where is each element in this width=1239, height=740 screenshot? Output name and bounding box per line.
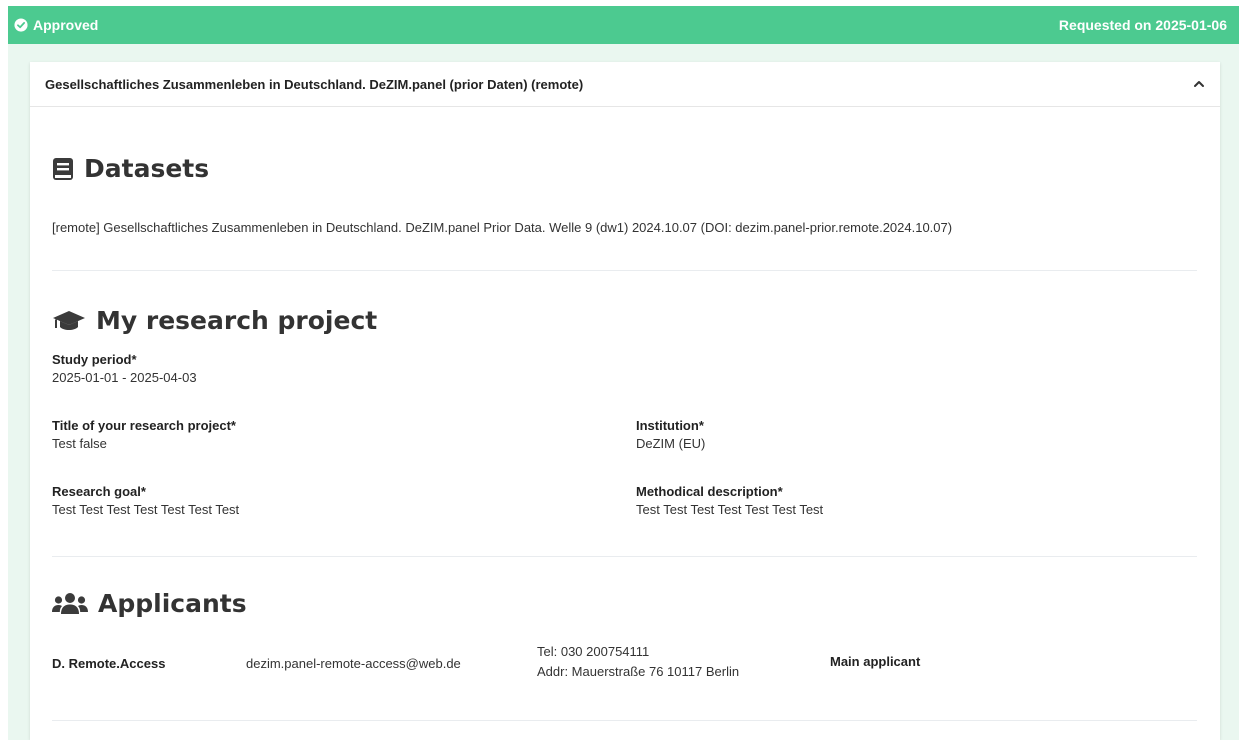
project-title-field: Title of your research project* Test fal… xyxy=(52,418,236,451)
panel-header[interactable]: Gesellschaftliches Zusammenleben in Deut… xyxy=(30,62,1220,107)
applicant-role: Main applicant xyxy=(830,654,921,669)
project-title-label: Title of your research project* xyxy=(52,418,236,433)
requested-date: Requested on 2025-01-06 xyxy=(1058,17,1227,33)
institution-field: Institution* DeZIM (EU) xyxy=(636,418,705,451)
applicant-email[interactable]: dezim.panel-remote-access@web.de xyxy=(246,656,461,671)
research-goal-label: Research goal* xyxy=(52,484,146,499)
applicant-name: D. Remote.Access xyxy=(52,656,166,671)
institution-label: Institution* xyxy=(636,418,704,433)
study-period-field: Study period* 2025-01-01 - 2025-04-03 xyxy=(52,352,197,385)
datasets-heading-text: Datasets xyxy=(84,154,210,183)
applicant-addr: Addr: Mauerstraße 76 10117 Berlin xyxy=(537,664,740,679)
project-title-value: Test false xyxy=(52,436,107,451)
method-label: Methodical description* xyxy=(636,484,783,499)
request-panel: Gesellschaftliches Zusammenleben in Deut… xyxy=(30,62,1220,740)
applicants-heading: Applicants xyxy=(52,589,247,618)
status-label: Approved xyxy=(33,17,99,33)
project-heading: My research project xyxy=(52,306,377,335)
graduation-cap-icon xyxy=(53,310,85,330)
chevron-up-icon[interactable] xyxy=(1192,77,1206,91)
book-icon xyxy=(53,157,73,180)
status-left: Approved xyxy=(14,17,98,33)
dataset-item: [remote] Gesellschaftliches Zusammenlebe… xyxy=(52,220,953,235)
divider xyxy=(52,270,1197,271)
check-circle-icon xyxy=(14,18,28,32)
study-period-value: 2025-01-01 - 2025-04-03 xyxy=(52,370,197,385)
institution-value: DeZIM (EU) xyxy=(636,436,706,451)
research-goal-value: Test Test Test Test Test Test Test xyxy=(52,502,240,517)
applicant-row: D. Remote.Access dezim.panel-remote-acce… xyxy=(52,644,1197,686)
users-icon xyxy=(52,592,88,614)
project-heading-text: My research project xyxy=(96,306,378,335)
divider xyxy=(52,556,1197,557)
applicant-contact: Tel: 030 200754111 Addr: Mauerstraße 76 … xyxy=(537,644,739,679)
method-value: Test Test Test Test Test Test Test xyxy=(636,502,824,517)
panel-title: Gesellschaftliches Zusammenleben in Deut… xyxy=(45,76,584,92)
divider xyxy=(52,720,1197,721)
datasets-heading: Datasets xyxy=(52,154,209,183)
method-field: Methodical description* Test Test Test T… xyxy=(636,484,823,517)
status-bar: Approved Requested on 2025-01-06 xyxy=(8,6,1239,44)
study-period-label: Study period* xyxy=(52,352,137,367)
applicants-heading-text: Applicants xyxy=(98,589,247,618)
research-goal-field: Research goal* Test Test Test Test Test … xyxy=(52,484,239,517)
applicant-tel: Tel: 030 200754111 xyxy=(537,644,650,659)
